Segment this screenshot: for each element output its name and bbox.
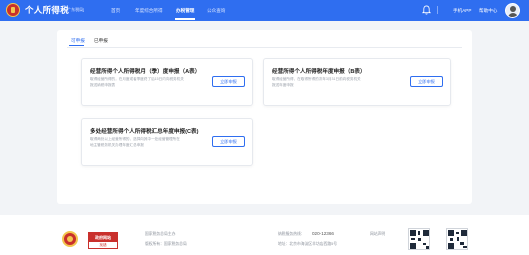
nav-active-indicator (175, 18, 195, 20)
card-title: 经营所得个人所得税月（季）度申报（A表） (90, 69, 201, 75)
apply-button[interactable]: 立即申报 (410, 76, 443, 87)
card-description: 取得两处以上经营所得的，选择向其中一处经营管理所在 地主管税务机关办理年度汇总申… (90, 137, 180, 147)
card-form-a: 经营所得个人所得税月（季）度申报（A表） 取得经营所得的，在月度或者季度终了后1… (81, 58, 253, 106)
top-header: 个人所得税 [广东税局] 首页 年度综合所得 办税管理 公众查询 手机APP 帮… (0, 0, 529, 21)
help-center-link[interactable]: 帮助中心 (479, 8, 497, 14)
tab-active-indicator (69, 45, 84, 46)
nav-tax-management[interactable]: 办税管理 (176, 8, 194, 14)
qr-code-icon (408, 228, 430, 250)
nav-home[interactable]: 首页 (111, 8, 120, 14)
footer-organizer: 国家税务总局主办 (145, 232, 176, 236)
header-divider (437, 6, 438, 14)
card-description: 取得经营所得，在取得所得的次年3月31日前向税务机关 报送年度申报 (272, 77, 361, 87)
tab-declared[interactable]: 已申报 (94, 38, 108, 44)
card-title: 多处经营所得个人所得税汇总年度申报(C表) (90, 129, 199, 135)
qr-code-icon (446, 228, 468, 250)
footer-site-statement[interactable]: 网站声明 (370, 232, 385, 237)
apply-button[interactable]: 立即申报 (212, 136, 245, 147)
user-avatar[interactable] (505, 3, 520, 18)
footer-address: 地址：北京市海淀区羊坊店西路5号 (278, 242, 338, 246)
card-form-c: 多处经营所得个人所得税汇总年度申报(C表) 取得两处以上经营所得的，选择向其中一… (81, 118, 253, 166)
card-title: 经营所得个人所得税年度申报（B表） (272, 69, 366, 75)
declaration-panel: 可申报 已申报 经营所得个人所得税月（季）度申报（A表） 取得经营所得的，在月度… (57, 30, 472, 204)
national-emblem-icon (62, 231, 78, 247)
region-selector[interactable]: [广东税局] (66, 7, 84, 13)
apply-button[interactable]: 立即申报 (212, 76, 245, 87)
card-description: 取得经营所得的，在月度或者季度终了后15日内向税务机关 报送纳税申报表 (90, 77, 184, 87)
footer-hotline-label: 纳税服务热线： (278, 232, 305, 236)
nav-public-query[interactable]: 公众查询 (207, 8, 225, 14)
app-title: 个人所得税 (25, 5, 70, 15)
bell-icon[interactable] (422, 5, 431, 15)
mobile-app-link[interactable]: 手机APP (453, 8, 471, 14)
card-form-b: 经营所得个人所得税年度申报（B表） 取得经营所得，在取得所得的次年3月31日前向… (263, 58, 451, 106)
tax-emblem-logo (6, 3, 20, 17)
footer-hotline-number: 020-12366 (312, 231, 334, 236)
tabs-divider (67, 47, 462, 48)
footer-copyright: 版权所有：国家税务总局 (145, 242, 187, 246)
tab-declarable[interactable]: 可申报 (71, 38, 85, 44)
nav-annual-income[interactable]: 年度综合所得 (135, 8, 163, 14)
gov-site-error-badge[interactable]: 政府网站 找错 (88, 232, 118, 249)
